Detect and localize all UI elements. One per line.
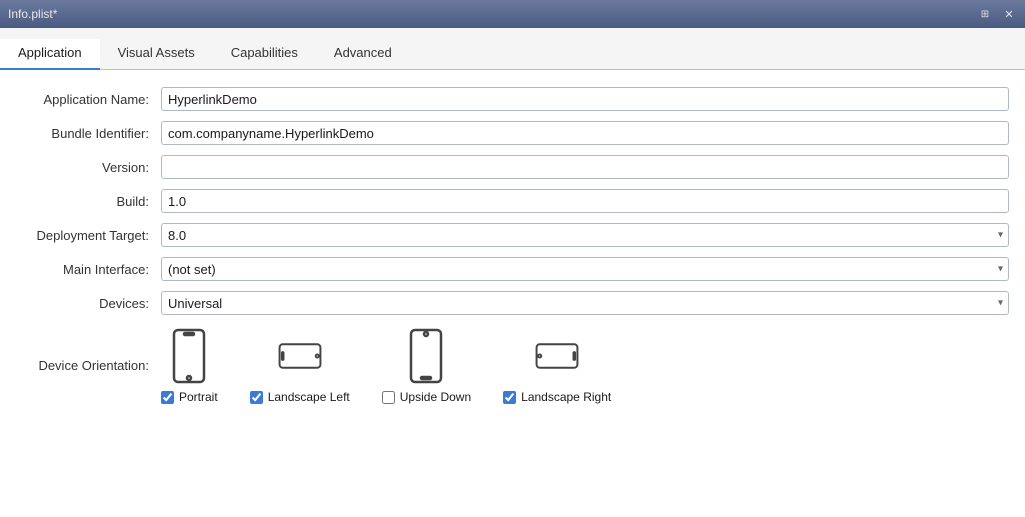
landscape-right-check-row: Landscape Right bbox=[503, 390, 611, 404]
landscape-right-icon bbox=[535, 328, 579, 384]
devices-select-wrapper: Universal iPhone iPad ▾ bbox=[161, 291, 1009, 315]
version-input[interactable] bbox=[161, 155, 1009, 179]
title-bar-filename: Info.plist* bbox=[8, 7, 969, 21]
version-label: Version: bbox=[16, 160, 161, 175]
build-label: Build: bbox=[16, 194, 161, 209]
landscape-right-checkbox[interactable] bbox=[503, 391, 516, 404]
deploy-label: Deployment Target: bbox=[16, 228, 161, 243]
tab-visual-assets[interactable]: Visual Assets bbox=[100, 39, 213, 70]
orientation-row: Device Orientation: Portrait bbox=[16, 320, 1009, 412]
orientation-landscape-left: Landscape Left bbox=[250, 328, 350, 404]
build-input[interactable] bbox=[161, 189, 1009, 213]
interface-select-wrapper: (not set) Main LaunchScreen ▾ bbox=[161, 257, 1009, 281]
tab-application[interactable]: Application bbox=[0, 39, 100, 70]
app-name-row: Application Name: bbox=[16, 82, 1009, 116]
app-name-label: Application Name: bbox=[16, 92, 161, 107]
landscape-left-icon bbox=[278, 328, 322, 384]
upside-down-check-label: Upside Down bbox=[400, 390, 471, 404]
orientation-label: Device Orientation: bbox=[16, 328, 161, 373]
interface-select[interactable]: (not set) Main LaunchScreen bbox=[161, 257, 1009, 281]
orientation-items: Portrait Landscape Left bbox=[161, 328, 611, 404]
app-name-input[interactable] bbox=[161, 87, 1009, 111]
tab-advanced[interactable]: Advanced bbox=[316, 39, 410, 70]
deploy-select[interactable]: 8.0 7.0 7.1 8.1 8.2 8.3 8.4 9.0 bbox=[161, 223, 1009, 247]
build-row: Build: bbox=[16, 184, 1009, 218]
title-bar: Info.plist* ⊞ ✕ bbox=[0, 0, 1025, 28]
landscape-left-check-label: Landscape Left bbox=[268, 390, 350, 404]
portrait-check-label: Portrait bbox=[179, 390, 218, 404]
landscape-left-check-row: Landscape Left bbox=[250, 390, 350, 404]
interface-label: Main Interface: bbox=[16, 262, 161, 277]
deploy-row: Deployment Target: 8.0 7.0 7.1 8.1 8.2 8… bbox=[16, 218, 1009, 252]
bundle-id-label: Bundle Identifier: bbox=[16, 126, 161, 141]
orientation-portrait: Portrait bbox=[161, 328, 218, 404]
devices-row: Devices: Universal iPhone iPad ▾ bbox=[16, 286, 1009, 320]
bundle-id-row: Bundle Identifier: bbox=[16, 116, 1009, 150]
version-row: Version: bbox=[16, 150, 1009, 184]
orientation-upside-down: Upside Down bbox=[382, 328, 471, 404]
tab-capabilities[interactable]: Capabilities bbox=[213, 39, 316, 70]
pin-button[interactable]: ⊞ bbox=[977, 6, 993, 22]
main-content: Application Visual Assets Capabilities A… bbox=[0, 28, 1025, 517]
interface-row: Main Interface: (not set) Main LaunchScr… bbox=[16, 252, 1009, 286]
upside-down-check-row: Upside Down bbox=[382, 390, 471, 404]
landscape-left-checkbox[interactable] bbox=[250, 391, 263, 404]
portrait-icon bbox=[167, 328, 211, 384]
devices-label: Devices: bbox=[16, 296, 161, 311]
portrait-check-row: Portrait bbox=[161, 390, 218, 404]
close-button[interactable]: ✕ bbox=[1001, 6, 1017, 22]
orientation-landscape-right: Landscape Right bbox=[503, 328, 611, 404]
deploy-select-wrapper: 8.0 7.0 7.1 8.1 8.2 8.3 8.4 9.0 ▾ bbox=[161, 223, 1009, 247]
bundle-id-input[interactable] bbox=[161, 121, 1009, 145]
upside-down-checkbox[interactable] bbox=[382, 391, 395, 404]
upside-down-icon bbox=[404, 328, 448, 384]
tab-bar: Application Visual Assets Capabilities A… bbox=[0, 28, 1025, 70]
devices-select[interactable]: Universal iPhone iPad bbox=[161, 291, 1009, 315]
form-area: Application Name: Bundle Identifier: Ver… bbox=[0, 70, 1025, 517]
landscape-right-check-label: Landscape Right bbox=[521, 390, 611, 404]
portrait-checkbox[interactable] bbox=[161, 391, 174, 404]
